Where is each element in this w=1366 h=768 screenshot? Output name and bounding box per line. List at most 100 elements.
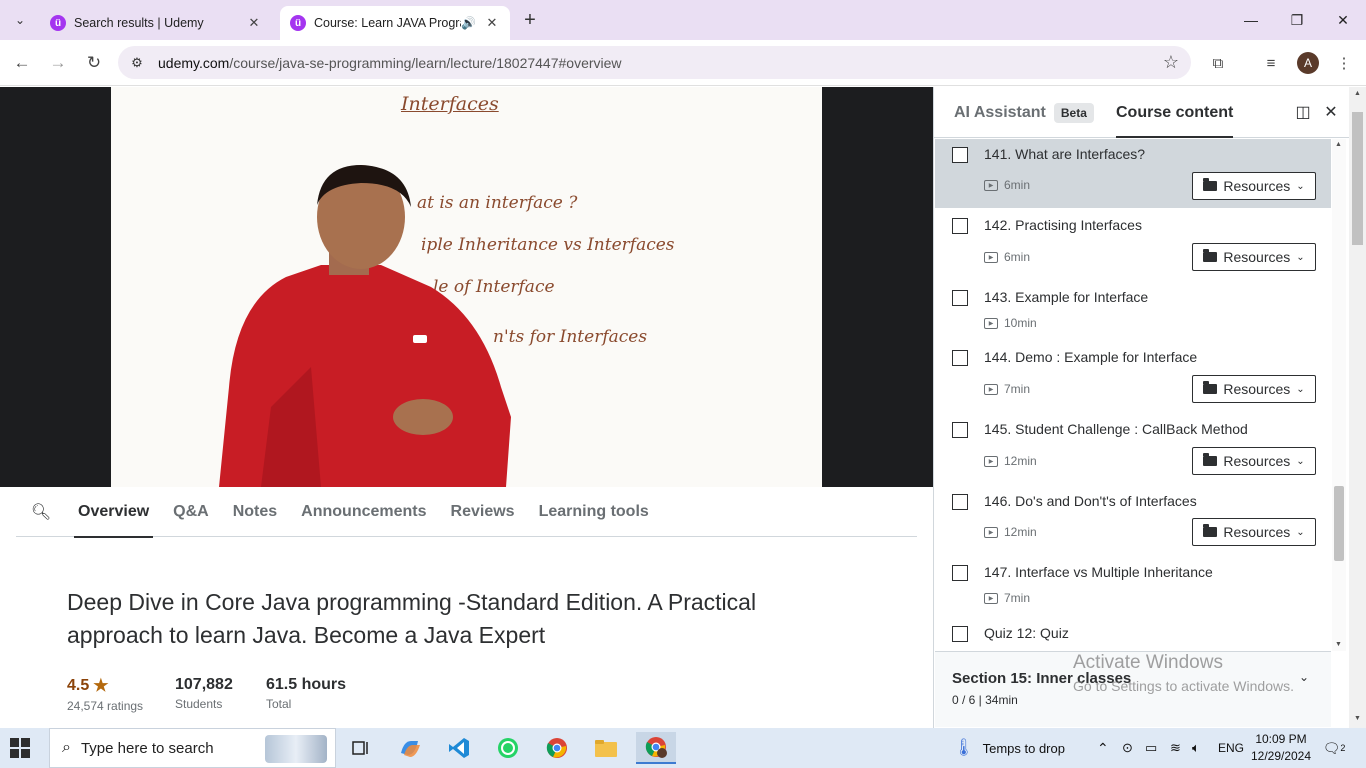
video-frame[interactable]: Interfaces at is an interface ? iple Inh…: [111, 87, 822, 487]
sidebar-scrollbar[interactable]: ▲ ▼: [1332, 139, 1346, 651]
hours-label: Total: [266, 697, 292, 711]
tab-learning-tools[interactable]: Learning tools: [539, 487, 649, 537]
scrollbar-thumb[interactable]: [1334, 486, 1344, 561]
tab-course[interactable]: ü Course: Learn JAVA Program 🔊 ✕: [280, 6, 510, 40]
forward-arrow-icon[interactable]: →: [44, 49, 72, 77]
scrollbar-thumb[interactable]: [1352, 112, 1363, 245]
complete-checkbox[interactable]: [952, 147, 968, 163]
volume-icon[interactable]: 🔈︎: [1192, 728, 1200, 768]
udemy-favicon-icon: ü: [290, 15, 306, 31]
complete-checkbox[interactable]: [952, 565, 968, 581]
video-player[interactable]: Interfaces at is an interface ? iple Inh…: [0, 87, 933, 487]
ratings-count[interactable]: 24,574 ratings: [67, 699, 143, 713]
video-play-icon: ▶: [984, 383, 998, 395]
restore-icon[interactable]: ❐: [1274, 0, 1320, 40]
close-window-icon[interactable]: ✕: [1320, 0, 1366, 40]
expand-panel-icon[interactable]: ◫: [1293, 102, 1313, 122]
windows-taskbar: ⌕ Type here to search 🌡︎ Temps to drop ⌃…: [0, 728, 1366, 768]
complete-checkbox[interactable]: [952, 218, 968, 234]
show-hidden-icons-chevron-icon[interactable]: ⌃: [1097, 728, 1109, 768]
page-scrollbar[interactable]: ▲ ▼: [1349, 87, 1366, 728]
scroll-down-arrow-icon[interactable]: ▼: [1354, 715, 1361, 722]
address-bar[interactable]: ⚙ udemy.com/course/java-se-programming/l…: [118, 46, 1191, 79]
language-indicator[interactable]: ENG: [1218, 728, 1244, 768]
new-tab-plus-icon[interactable]: +: [518, 8, 542, 32]
menu-kebab-icon[interactable]: ⋮: [1332, 51, 1356, 75]
tab-close-icon[interactable]: ✕: [484, 15, 500, 31]
tab-notes[interactable]: Notes: [233, 487, 277, 537]
rating-value: 4.5: [67, 677, 90, 694]
lecture-item[interactable]: 145. Student Challenge : CallBack Method…: [935, 412, 1331, 484]
battery-icon[interactable]: ▭: [1145, 728, 1157, 768]
extensions-puzzle-icon[interactable]: ⧉: [1206, 51, 1230, 75]
back-arrow-icon[interactable]: ←: [8, 49, 36, 77]
complete-checkbox[interactable]: [952, 350, 968, 366]
clock-time: 10:09 PM: [1255, 732, 1307, 746]
windows-start-icon[interactable]: [10, 738, 30, 758]
wifi-icon[interactable]: ≋: [1170, 728, 1181, 768]
lecture-item[interactable]: 142. Practising Interfaces ▶ 6min Resourc…: [935, 208, 1331, 280]
tab-search-results[interactable]: ü Search results | Udemy ✕: [40, 6, 272, 40]
tab-announcements[interactable]: Announcements: [301, 487, 426, 537]
scroll-up-arrow-icon[interactable]: ▲: [1354, 90, 1361, 97]
tab-qa[interactable]: Q&A: [173, 487, 209, 537]
minimize-icon[interactable]: —: [1228, 0, 1274, 40]
url-text[interactable]: udemy.com/course/java-se-programming/lea…: [158, 55, 622, 71]
copilot-icon[interactable]: [390, 732, 430, 764]
tab-close-icon[interactable]: ✕: [246, 15, 262, 31]
lecture-item[interactable]: 147. Interface vs Multiple Inheritance ▶…: [935, 555, 1331, 616]
taskbar-search[interactable]: ⌕ Type here to search: [49, 728, 336, 768]
tab-search-chevron-icon[interactable]: ⌄: [8, 8, 32, 32]
site-info-icon[interactable]: ⚙: [126, 55, 148, 71]
resources-button[interactable]: Resources ⌄: [1192, 447, 1316, 475]
resources-button[interactable]: Resources ⌄: [1192, 172, 1316, 200]
whatsapp-icon[interactable]: [488, 732, 528, 764]
complete-checkbox[interactable]: [952, 290, 968, 306]
media-control-icon[interactable]: ≡: [1259, 51, 1283, 75]
lecture-duration: ▶ 7min: [984, 382, 1030, 396]
task-view-icon[interactable]: [341, 732, 381, 764]
meet-now-icon[interactable]: ⊙: [1122, 728, 1133, 768]
scroll-up-arrow-icon[interactable]: ▲: [1335, 141, 1342, 148]
lecture-item[interactable]: 146. Do's and Don't's of Interfaces ▶ 12m…: [935, 484, 1331, 555]
lecture-item[interactable]: 141. What are Interfaces? ▶ 6min Resource…: [935, 139, 1331, 208]
resources-button[interactable]: Resources ⌄: [1192, 518, 1316, 546]
tab-course-content[interactable]: Course content: [1116, 87, 1234, 138]
lecture-duration: ▶ 10min: [984, 316, 1037, 330]
quiz-item[interactable]: Quiz 12: Quiz: [935, 616, 1331, 651]
complete-checkbox[interactable]: [952, 626, 968, 642]
chrome-profile-icon[interactable]: [636, 732, 676, 764]
bookmark-star-icon[interactable]: ☆: [1163, 52, 1179, 73]
beta-badge: Beta: [1053, 102, 1094, 123]
section-meta: 0 / 6 | 34min: [952, 693, 1018, 707]
speaker-icon[interactable]: 🔊: [461, 16, 476, 30]
tab-reviews[interactable]: Reviews: [451, 487, 515, 537]
tab-ai-assistant[interactable]: AI Assistant Beta: [954, 87, 1094, 138]
search-icon[interactable]: 🔍︎: [16, 502, 66, 522]
weather-widget[interactable]: 🌡︎ Temps to drop: [953, 728, 1065, 768]
system-clock[interactable]: 10:09 PM 12/29/2024: [1248, 731, 1314, 765]
sidebar-header: AI Assistant Beta Course content ◫ ✕: [934, 87, 1349, 138]
file-explorer-icon[interactable]: [586, 732, 626, 764]
lecture-item[interactable]: 143. Example for Interface ▶ 10min: [935, 280, 1331, 340]
complete-checkbox[interactable]: [952, 494, 968, 510]
search-icon: ⌕: [62, 739, 71, 756]
thermometer-icon: 🌡︎: [953, 738, 975, 757]
resources-button[interactable]: Resources ⌄: [1192, 375, 1316, 403]
reload-icon[interactable]: ↻: [80, 49, 108, 77]
folder-icon: [1203, 453, 1218, 466]
tab-overview[interactable]: Overview: [73, 487, 154, 538]
notification-center-icon[interactable]: 🗨︎ 2: [1322, 738, 1346, 758]
profile-avatar[interactable]: A: [1297, 52, 1319, 74]
chevron-down-icon[interactable]: ⌄: [1299, 670, 1309, 684]
lecture-title: 144. Demo : Example for Interface: [984, 349, 1198, 365]
lecture-title: 142. Practising Interfaces: [984, 217, 1142, 233]
close-sidebar-icon[interactable]: ✕: [1321, 102, 1341, 122]
course-sidebar: AI Assistant Beta Course content ◫ ✕ 141…: [933, 87, 1349, 728]
vscode-icon[interactable]: [439, 732, 479, 764]
complete-checkbox[interactable]: [952, 422, 968, 438]
scroll-down-arrow-icon[interactable]: ▼: [1335, 641, 1342, 648]
resources-button[interactable]: Resources ⌄: [1192, 243, 1316, 271]
lecture-item[interactable]: 144. Demo : Example for Interface ▶ 7min …: [935, 340, 1331, 412]
chrome-icon[interactable]: [537, 732, 577, 764]
